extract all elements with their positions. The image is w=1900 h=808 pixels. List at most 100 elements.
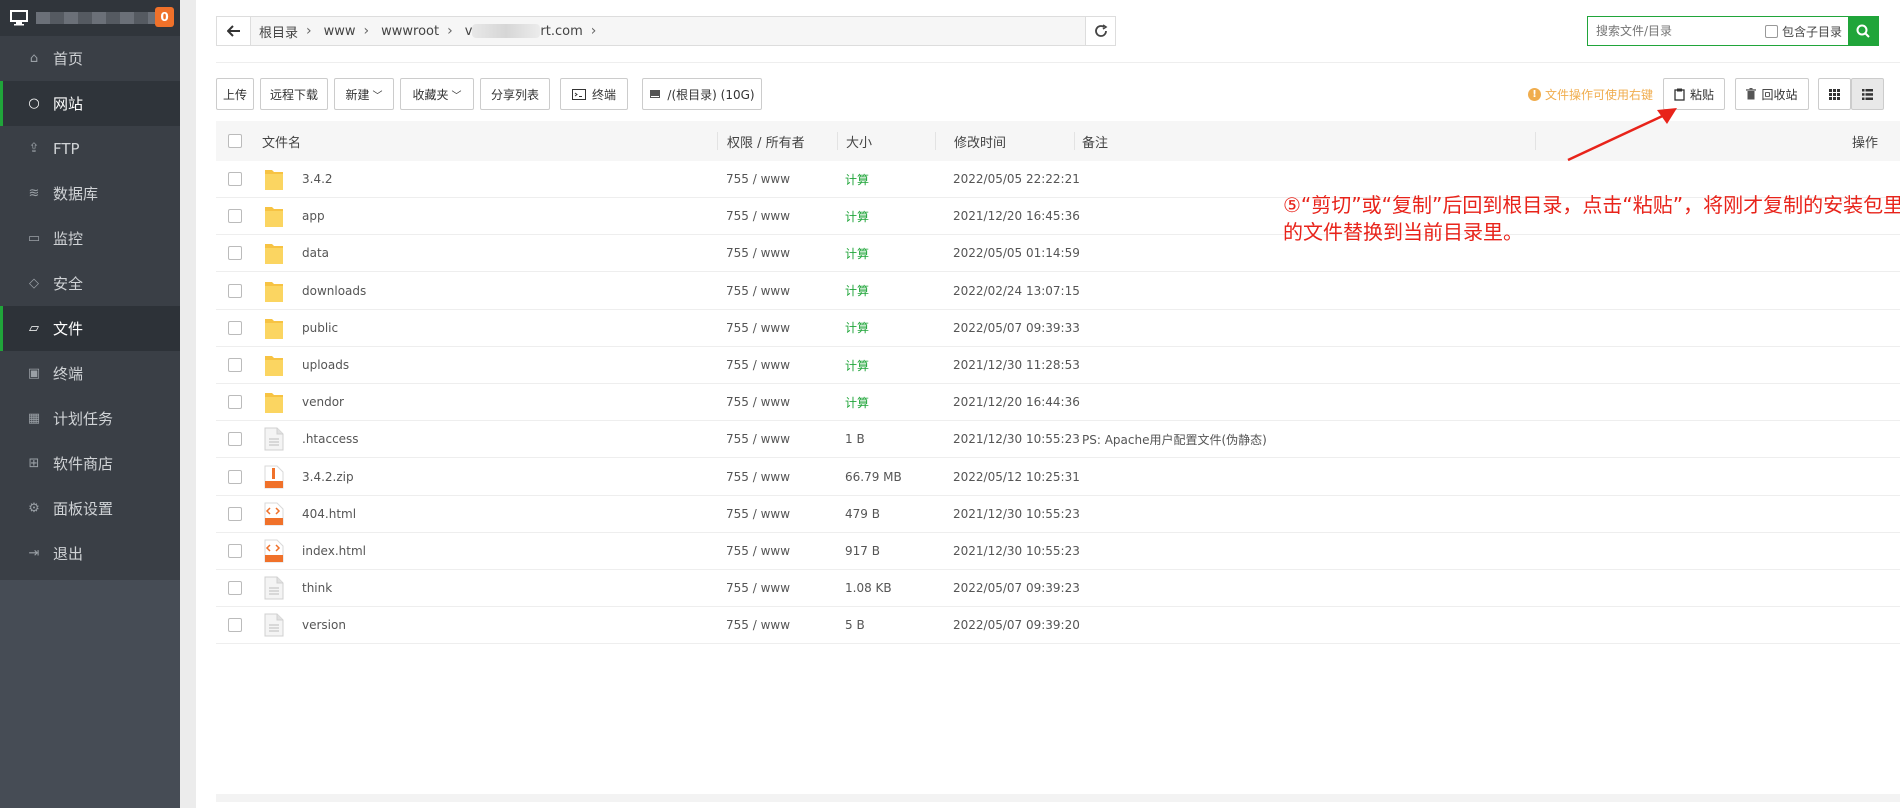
- file-permission[interactable]: 755 / www: [726, 172, 790, 186]
- file-size[interactable]: 计算: [845, 319, 869, 336]
- file-permission[interactable]: 755 / www: [726, 321, 790, 335]
- sidebar-item-5[interactable]: ◇ 安全: [0, 261, 180, 306]
- sidebar-item-1[interactable]: ○ 网站: [0, 81, 180, 126]
- file-permission[interactable]: 755 / www: [726, 395, 790, 409]
- notification-badge[interactable]: 0: [155, 7, 174, 27]
- file-name[interactable]: uploads: [302, 358, 349, 372]
- file-name[interactable]: downloads: [302, 284, 366, 298]
- file-permission[interactable]: 755 / www: [726, 618, 790, 632]
- row-checkbox[interactable]: [228, 320, 242, 335]
- row-checkbox[interactable]: [228, 506, 242, 521]
- select-all-checkbox[interactable]: [228, 134, 242, 148]
- file-name[interactable]: index.html: [302, 544, 366, 558]
- row-checkbox[interactable]: [228, 432, 242, 447]
- row-checkbox[interactable]: [228, 544, 242, 558]
- sidebar-item-0[interactable]: ⌂ 首页: [0, 36, 180, 81]
- breadcrumb[interactable]: 根目录 › www › wwwroot › v rt.com ›: [251, 17, 1085, 45]
- table-row[interactable]: index.html 755 / www 917 B 2021/12/30 10:55…: [216, 533, 1900, 570]
- file-name[interactable]: app: [302, 209, 325, 223]
- file-permission[interactable]: 755 / www: [726, 544, 790, 558]
- back-button[interactable]: [217, 17, 251, 45]
- file-permission[interactable]: 755 / www: [726, 246, 790, 260]
- row-checkbox[interactable]: [228, 469, 242, 484]
- new-dropdown-button[interactable]: 新建 ﹀: [334, 78, 394, 110]
- sidebar-item-10[interactable]: ⚙ 面板设置: [0, 486, 180, 531]
- file-name[interactable]: data: [302, 246, 329, 260]
- file-note[interactable]: PS: Apache用户配置文件(伪静态): [1082, 431, 1267, 448]
- include-subdir-checkbox[interactable]: 包含子目录: [1764, 17, 1848, 45]
- table-row[interactable]: .htaccess 755 / www 1 B 2021/12/30 10:55:23…: [216, 421, 1900, 459]
- file-mtime: 2022/05/05 22:22:21: [953, 172, 1080, 186]
- sidebar-item-4[interactable]: ▭ 监控: [0, 216, 180, 261]
- row-checkbox[interactable]: [228, 395, 242, 410]
- search-input[interactable]: [1588, 17, 1765, 45]
- file-name[interactable]: 3.4.2: [302, 172, 333, 186]
- table-row[interactable]: 404.html 755 / www 479 B 2021/12/30 10:55:2…: [216, 496, 1900, 533]
- file-size[interactable]: 计算: [845, 208, 869, 225]
- header-perm[interactable]: 权限 / 所有者: [727, 132, 805, 151]
- table-row[interactable]: uploads 755 / www 计算 2021/12/30 11:28:53: [216, 347, 1900, 384]
- list-view-button[interactable]: [1851, 78, 1884, 110]
- row-checkbox[interactable]: [228, 246, 242, 261]
- file-permission[interactable]: 755 / www: [726, 470, 790, 484]
- file-permission[interactable]: 755 / www: [726, 507, 790, 521]
- refresh-button[interactable]: [1085, 17, 1115, 45]
- table-row[interactable]: public 755 / www 计算 2022/05/07 09:39:33: [216, 310, 1900, 347]
- favorites-dropdown-button[interactable]: 收藏夹 ﹀: [400, 78, 474, 110]
- remote-download-button[interactable]: 远程下载: [260, 78, 328, 110]
- file-mtime: 2022/02/24 13:07:15: [953, 283, 1080, 298]
- file-name[interactable]: version: [302, 618, 346, 632]
- row-checkbox[interactable]: [228, 618, 242, 633]
- sidebar-item-9[interactable]: ⊞ 软件商店: [0, 441, 180, 486]
- file-name[interactable]: vendor: [302, 395, 344, 409]
- file-permission[interactable]: 755 / www: [726, 284, 790, 298]
- file-size[interactable]: 计算: [845, 245, 869, 262]
- checkbox-box[interactable]: [1764, 24, 1778, 38]
- file-permission[interactable]: 755 / www: [726, 358, 790, 372]
- breadcrumb-wwwroot[interactable]: wwwroot: [381, 24, 439, 39]
- search-button[interactable]: [1848, 17, 1878, 45]
- trash-icon: [1746, 88, 1757, 100]
- share-list-button[interactable]: 分享列表: [480, 78, 550, 110]
- file-permission[interactable]: 755 / www: [726, 209, 790, 223]
- file-size[interactable]: 计算: [845, 394, 869, 411]
- header-name[interactable]: 文件名: [262, 132, 301, 151]
- upload-button[interactable]: 上传: [216, 78, 254, 110]
- table-row[interactable]: think 755 / www 1.08 KB 2022/05/07 09:39:23: [216, 570, 1900, 608]
- file-name[interactable]: .htaccess: [302, 432, 359, 446]
- row-checkbox[interactable]: [228, 209, 242, 224]
- table-row[interactable]: downloads 755 / www 计算 2022/02/24 13:07:15: [216, 273, 1900, 310]
- disk-button[interactable]: /(根目录) (10G): [642, 78, 762, 110]
- table-row[interactable]: vendor 755 / www 计算 2021/12/20 16:44:36: [216, 384, 1900, 422]
- header-size[interactable]: 大小: [846, 132, 872, 151]
- recycle-bin-button[interactable]: 回收站: [1735, 78, 1809, 110]
- row-checkbox[interactable]: [228, 283, 242, 298]
- sidebar-item-7[interactable]: ▣ 终端: [0, 351, 180, 396]
- file-size[interactable]: 计算: [845, 357, 869, 374]
- file-name[interactable]: 3.4.2.zip: [302, 470, 354, 484]
- file-permission[interactable]: 755 / www: [726, 432, 790, 446]
- breadcrumb-root[interactable]: 根目录: [259, 22, 298, 41]
- sidebar-item-11[interactable]: ⇥ 退出: [0, 531, 180, 576]
- row-checkbox[interactable]: [228, 581, 242, 596]
- row-checkbox[interactable]: [228, 358, 242, 372]
- table-row[interactable]: 3.4.2.zip 755 / www 66.79 MB 2022/05/12 10:…: [216, 459, 1900, 496]
- sidebar-item-2[interactable]: ⇪ FTP: [0, 126, 180, 171]
- breadcrumb-www[interactable]: www: [324, 24, 356, 39]
- terminal-button[interactable]: 终端: [560, 78, 628, 110]
- row-checkbox[interactable]: [228, 172, 242, 186]
- breadcrumb-site[interactable]: v rt.com: [465, 24, 583, 39]
- file-size[interactable]: 计算: [845, 282, 869, 299]
- header-mtime[interactable]: 修改时间: [954, 132, 1006, 151]
- sidebar-item-3[interactable]: ≋ 数据库: [0, 171, 180, 216]
- file-name[interactable]: public: [302, 321, 338, 335]
- grid-view-button[interactable]: [1818, 78, 1851, 110]
- file-name[interactable]: think: [302, 581, 332, 595]
- annotation-line1: ⑤“剪切”或“复制”后回到根目录，点击“粘贴”，将刚才复制的安装包里: [1283, 193, 1900, 217]
- file-permission[interactable]: 755 / www: [726, 581, 790, 595]
- file-size[interactable]: 计算: [845, 171, 869, 188]
- table-row[interactable]: version 755 / www 5 B 2022/05/07 09:39:20: [216, 607, 1900, 645]
- file-name[interactable]: 404.html: [302, 507, 356, 521]
- sidebar-item-8[interactable]: ▦ 计划任务: [0, 396, 180, 441]
- sidebar-item-6[interactable]: ▱ 文件: [0, 306, 180, 351]
